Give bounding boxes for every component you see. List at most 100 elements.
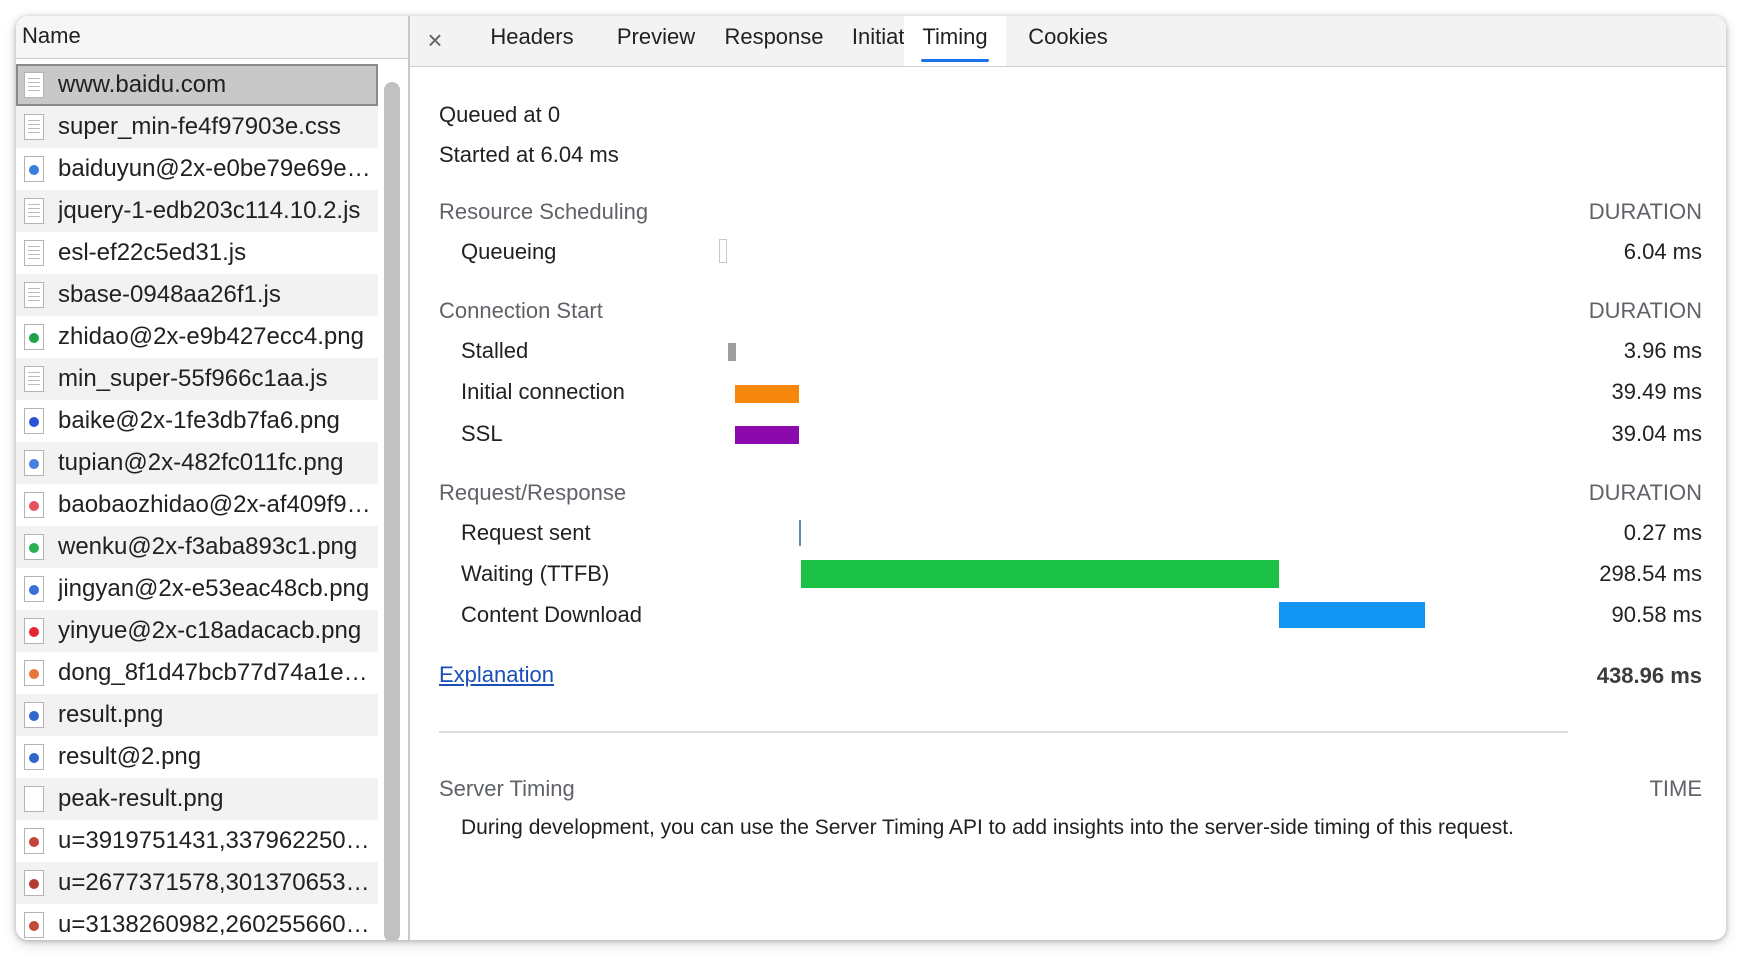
request-name: sbase-0948aa26f1.js — [58, 281, 281, 308]
request-list: www.baidu.com super_min-fe4f97903e.cssbai… — [16, 64, 378, 940]
request-row[interactable]: u=3138260982,2602556608… — [16, 904, 378, 940]
request-response-heading: Request/Response — [439, 480, 627, 505]
request-name: dong_8f1d47bcb77d74a1e0… — [58, 659, 376, 686]
request-row[interactable]: sbase-0948aa26f1.js — [16, 274, 378, 316]
initial-connection-value: 39.49 ms — [1611, 379, 1703, 404]
image-file-icon — [24, 828, 44, 854]
image-file-icon — [24, 618, 44, 644]
request-sent-label: Request sent — [461, 520, 591, 545]
tab-timing[interactable]: Timing — [904, 16, 1006, 66]
request-name: super_min-fe4f97903e.css — [58, 113, 341, 140]
content-download-value: 90.58 ms — [1611, 602, 1703, 627]
request-name: yinyue@2x-c18adacacb.png — [58, 617, 362, 644]
timing-content: Queued at 0 Started at 6.04 ms Resource … — [410, 66, 1726, 940]
request-row[interactable]: zhidao@2x-e9b427ecc4.png — [16, 316, 378, 358]
image-file-icon — [24, 492, 44, 518]
image-file-icon — [24, 576, 44, 602]
request-row[interactable]: u=3919751431,3379622506… — [16, 820, 378, 862]
section-divider — [439, 731, 1568, 733]
request-row[interactable]: baobaozhidao@2x-af409f9d… — [16, 484, 378, 526]
blank-file-icon — [24, 786, 44, 812]
request-name: u=3919751431,3379622506… — [58, 827, 376, 854]
stalled-bar — [728, 343, 736, 361]
request-row[interactable]: baiduyun@2x-e0be79e69e.pn — [16, 148, 378, 190]
request-name: u=2677371578,3013706537… — [58, 869, 376, 896]
image-file-icon — [24, 450, 44, 476]
document-file-icon — [24, 366, 44, 392]
request-row[interactable]: wenku@2x-f3aba893c1.png — [16, 526, 378, 568]
request-name: esl-ef22c5ed31.js — [58, 239, 247, 266]
request-name: www.baidu.com — [58, 71, 227, 98]
request-row[interactable]: super_min-fe4f97903e.css — [16, 106, 378, 148]
image-file-icon — [24, 156, 44, 182]
content-download-label: Content Download — [461, 602, 643, 627]
document-file-icon — [24, 72, 44, 98]
request-name: zhidao@2x-e9b427ecc4.png — [58, 323, 364, 350]
server-timing-time-label: TIME — [1649, 776, 1702, 801]
document-file-icon — [24, 282, 44, 308]
request-name: peak-result.png — [58, 785, 224, 812]
image-file-icon — [24, 408, 44, 434]
request-name: tupian@2x-482fc011fc.png — [58, 449, 344, 476]
request-sent-bar — [799, 520, 801, 546]
request-row[interactable]: yinyue@2x-c18adacacb.png — [16, 610, 378, 652]
request-row[interactable]: www.baidu.com — [16, 64, 378, 106]
tab-response[interactable]: Response — [710, 16, 838, 66]
request-row[interactable]: min_super-55f966c1aa.js — [16, 358, 378, 400]
request-response-duration-label: DURATION — [1588, 480, 1702, 505]
request-name: min_super-55f966c1aa.js — [58, 365, 328, 392]
server-timing-description: During development, you can use the Serv… — [461, 816, 1514, 839]
ssl-bar — [735, 426, 799, 444]
request-row[interactable]: jingyan@2x-e53eac48cb.png — [16, 568, 378, 610]
started-at-text: Started at 6.04 ms — [439, 142, 619, 167]
queueing-value: 6.04 ms — [1623, 239, 1702, 264]
initial-connection-bar — [735, 385, 799, 403]
request-sent-value: 0.27 ms — [1623, 520, 1702, 545]
connection-start-duration-label: DURATION — [1588, 298, 1702, 323]
tab-cookies[interactable]: Cookies — [1006, 16, 1130, 66]
image-file-icon — [24, 912, 44, 938]
request-row[interactable]: peak-result.png — [16, 778, 378, 820]
waiting-ttfb-bar — [801, 560, 1279, 588]
ssl-value: 39.04 ms — [1611, 421, 1703, 446]
stalled-value: 3.96 ms — [1623, 338, 1702, 363]
name-column-header[interactable]: Name — [16, 16, 408, 59]
queueing-label: Queueing — [461, 239, 557, 264]
request-list-panel: Name www.baidu.com super_min-fe4f97903e.c… — [16, 16, 410, 940]
tab-headers[interactable]: Headers — [462, 16, 602, 66]
request-name: jingyan@2x-e53eac48cb.png — [58, 575, 370, 602]
request-row[interactable]: result@2.png — [16, 736, 378, 778]
details-tab-bar: × Headers Preview Response Initiator Tim… — [410, 16, 1726, 67]
waiting-ttfb-value: 298.54 ms — [1599, 561, 1702, 586]
document-file-icon — [24, 114, 44, 140]
request-name: baobaozhidao@2x-af409f9d… — [58, 491, 376, 518]
request-name: u=3138260982,2602556608… — [58, 911, 376, 938]
request-row[interactable]: esl-ef22c5ed31.js — [16, 232, 378, 274]
request-row[interactable]: tupian@2x-482fc011fc.png — [16, 442, 378, 484]
request-details-panel: × Headers Preview Response Initiator Tim… — [410, 16, 1726, 940]
request-name: baiduyun@2x-e0be79e69e.pn — [58, 155, 376, 182]
request-row[interactable]: u=2677371578,3013706537… — [16, 862, 378, 904]
connection-start-heading: Connection Start — [439, 298, 603, 323]
image-file-icon — [24, 702, 44, 728]
request-name: wenku@2x-f3aba893c1.png — [58, 533, 358, 560]
request-name: baike@2x-1fe3db7fa6.png — [58, 407, 340, 434]
resource-scheduling-duration-label: DURATION — [1588, 199, 1702, 224]
request-list-scrollbar-thumb[interactable] — [384, 82, 400, 940]
devtools-window: Name www.baidu.com super_min-fe4f97903e.c… — [16, 16, 1726, 940]
image-file-icon — [24, 534, 44, 560]
image-file-icon — [24, 660, 44, 686]
request-row[interactable]: dong_8f1d47bcb77d74a1e0… — [16, 652, 378, 694]
close-details-icon[interactable]: × — [410, 16, 460, 66]
image-file-icon — [24, 324, 44, 350]
queued-at-text: Queued at 0 — [439, 102, 561, 127]
content-download-bar — [1279, 602, 1425, 628]
tab-preview[interactable]: Preview — [602, 16, 710, 66]
request-row[interactable]: baike@2x-1fe3db7fa6.png — [16, 400, 378, 442]
explanation-link[interactable]: Explanation — [439, 662, 554, 688]
request-name: jquery-1-edb203c114.10.2.js — [58, 197, 361, 224]
queueing-bar — [719, 239, 727, 263]
request-row[interactable]: result.png — [16, 694, 378, 736]
request-row[interactable]: jquery-1-edb203c114.10.2.js — [16, 190, 378, 232]
request-name: result.png — [58, 701, 164, 728]
